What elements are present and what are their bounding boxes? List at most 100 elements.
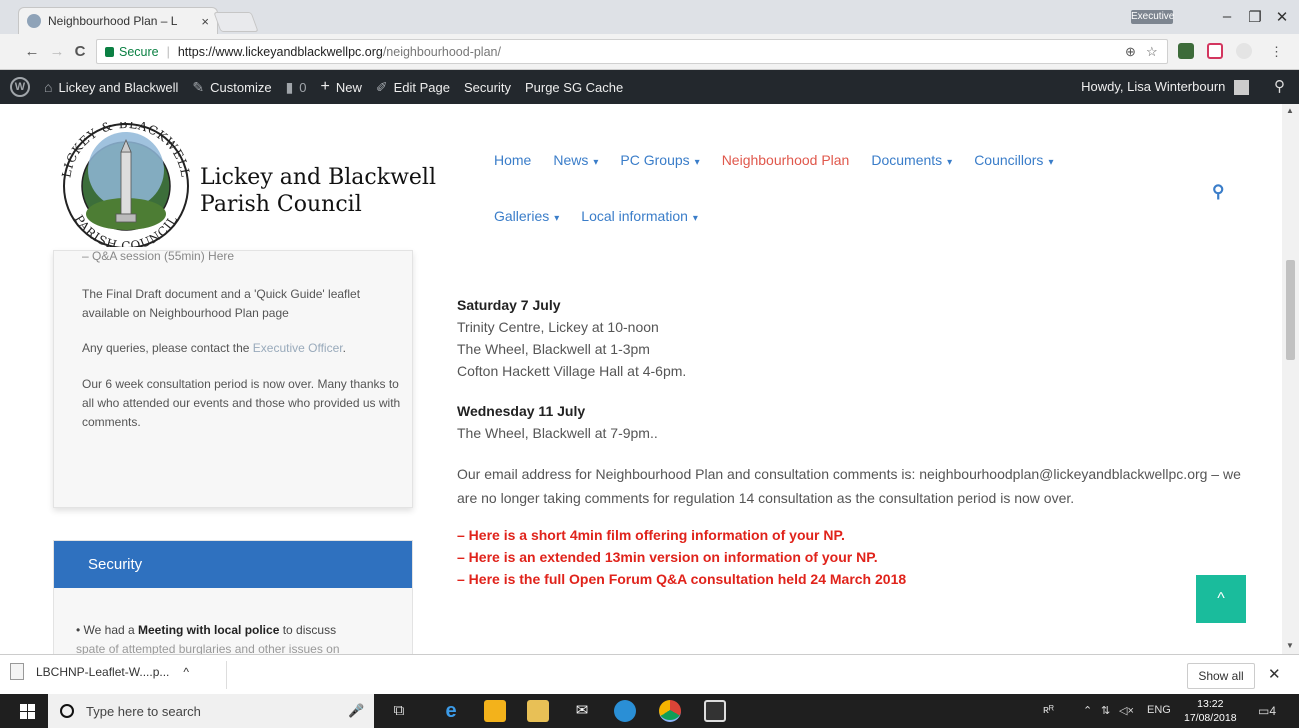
file-explorer-icon[interactable]	[527, 700, 549, 722]
restore-button[interactable]: ❐	[1240, 8, 1270, 26]
scroll-down-icon[interactable]: ▼	[1286, 641, 1294, 650]
window-close-button[interactable]: ✕	[1267, 8, 1297, 26]
browser-tab[interactable]: Neighbourhood Plan – L ×	[18, 7, 218, 34]
admin-customize[interactable]: ✎ Customize	[192, 79, 271, 96]
security-cut-line: spate of attempted burglaries and other …	[76, 642, 340, 654]
admin-new-label: New	[335, 79, 362, 95]
back-button[interactable]: ←	[22, 43, 42, 60]
extension-1-icon[interactable]	[1178, 43, 1194, 59]
tray-chevron-icon[interactable]: ⌃	[1083, 704, 1092, 717]
people-icon[interactable]: ʀᴿ	[1043, 704, 1054, 716]
tab-title: Neighbourhood Plan – L	[48, 14, 178, 28]
nav-item-councillors[interactable]: Councillors ▾	[974, 152, 1053, 168]
nav-item-documents[interactable]: Documents ▾	[871, 152, 952, 168]
zoom-icon[interactable]: ⊕	[1125, 44, 1136, 60]
main-navigation: Home News ▾ PC Groups ▾ Neighbourhood Plan Doc…	[494, 152, 1075, 264]
chevron-down-icon: ▾	[1048, 157, 1054, 168]
address-bar[interactable]: Secure | https://www.lickeyandblackwellp…	[96, 39, 1168, 64]
nav-item-local-information[interactable]: Local information ▾	[581, 208, 698, 224]
extension-2-icon[interactable]	[1207, 43, 1223, 59]
extension-3-icon[interactable]	[1236, 43, 1252, 59]
page-content: LICKEY & BLACKWELL PARISH COUNCIL Lickey…	[0, 104, 1282, 654]
admin-new[interactable]: + New	[321, 78, 362, 96]
admin-site-name[interactable]: ⌂ Lickey and Blackwell	[44, 79, 178, 95]
scrollbar-thumb[interactable]	[1286, 260, 1295, 360]
edge-browser-icon[interactable]: e	[440, 700, 462, 722]
downloads-shelf: LBCHNP-Leaflet-W....p... ^ Show all ✕	[0, 654, 1299, 694]
taskbar-search-box[interactable]: Type here to search	[48, 694, 374, 728]
nav-item-label: PC Groups	[620, 152, 690, 168]
scroll-up-icon[interactable]: ▲	[1286, 106, 1294, 115]
nav-item-home[interactable]: Home	[494, 152, 531, 168]
dashboard-icon: ⌂	[44, 79, 53, 95]
parish-council-logo[interactable]: LICKEY & BLACKWELL PARISH COUNCIL	[52, 122, 200, 247]
wordpress-logo-icon[interactable]: W	[10, 77, 30, 97]
police-meeting-link[interactable]: Meeting with local police	[138, 623, 279, 637]
minimize-button[interactable]: –	[1212, 8, 1242, 25]
volume-icon[interactable]: ◁×	[1119, 704, 1134, 717]
admin-purge-cache[interactable]: Purge SG Cache	[525, 80, 623, 95]
security-prefix: • We had a	[76, 623, 139, 637]
new-tab-button[interactable]	[213, 12, 259, 32]
sidebar-consultation-over-text: Our 6 week consultation period is now ov…	[82, 377, 401, 429]
wp-admin-bar: W ⌂ Lickey and Blackwell ✎ Customize ▮ 0…	[0, 70, 1299, 104]
tab-close-icon[interactable]: ×	[201, 14, 209, 29]
shelf-close-icon[interactable]: ✕	[1268, 665, 1281, 683]
security-suffix: to discuss	[279, 623, 337, 637]
open-forum-link[interactable]: – Here is the full Open Forum Q&A consul…	[457, 568, 1247, 590]
short-film-link[interactable]: – Here is a short 4min film offering inf…	[457, 524, 1247, 546]
store-icon[interactable]	[484, 700, 506, 722]
language-indicator[interactable]: ENG	[1147, 704, 1171, 716]
forward-button[interactable]: →	[47, 43, 67, 60]
download-filename: LBCHNP-Leaflet-W....p...	[36, 664, 170, 679]
chevron-down-icon: ▾	[593, 157, 599, 168]
bookmark-star-icon[interactable]: ☆	[1146, 44, 1158, 60]
saturday-heading: Saturday 7 July	[457, 297, 561, 313]
back-to-top-button[interactable]: ^	[1196, 575, 1246, 623]
profile-badge[interactable]: Executive	[1131, 10, 1174, 24]
download-options-chevron-icon[interactable]: ^	[183, 665, 189, 679]
nav-item-pc-groups[interactable]: PC Groups ▾	[620, 152, 699, 168]
show-all-button[interactable]: Show all	[1187, 663, 1255, 689]
nav-item-neighbourhood-plan[interactable]: Neighbourhood Plan	[722, 152, 850, 168]
reload-button[interactable]: C	[70, 43, 90, 60]
executive-officer-link[interactable]: Executive Officer	[253, 341, 343, 355]
photos-icon[interactable]	[704, 700, 726, 722]
sidebar-final-draft-text: The Final Draft document and a 'Quick Gu…	[82, 287, 361, 320]
globe-icon[interactable]	[614, 700, 636, 722]
chevron-down-icon: ▾	[692, 213, 698, 224]
brush-icon: ✎	[192, 78, 205, 95]
nav-item-galleries[interactable]: Galleries ▾	[494, 208, 559, 224]
notification-count: 4	[1269, 704, 1277, 718]
windows-start-icon[interactable]	[20, 704, 35, 719]
url-host: https://www.lickeyandblackwellpc.org	[177, 44, 383, 59]
network-icon[interactable]: ⇅	[1101, 704, 1110, 717]
wednesday-heading: Wednesday 11 July	[457, 403, 586, 419]
admin-howdy[interactable]: Howdy, Lisa Winterbourn	[1081, 79, 1249, 96]
site-title[interactable]: Lickey and Blackwell Parish Council	[200, 164, 436, 218]
mail-icon[interactable]: ✉	[571, 700, 593, 722]
wednesday-line: The Wheel, Blackwell at 7-9pm..	[457, 425, 658, 441]
admin-comments[interactable]: ▮ 0	[286, 79, 307, 96]
microphone-icon[interactable]: 🎤	[348, 703, 364, 719]
extended-film-link[interactable]: – Here is an extended 13min version on i…	[457, 546, 1247, 568]
admin-search-icon[interactable]: ⚲	[1274, 77, 1285, 95]
admin-security[interactable]: Security	[464, 80, 511, 95]
browser-menu-icon[interactable]: ⋮	[1270, 44, 1283, 60]
sidebar-consultation-widget: – Q&A session (55min) Here The Final Dra…	[53, 249, 413, 508]
email-paragraph: Our email address for Neighbourhood Plan…	[457, 466, 1241, 506]
download-item[interactable]: LBCHNP-Leaflet-W....p... ^	[10, 663, 189, 680]
nav-item-label: Councillors	[974, 152, 1044, 168]
header-search-icon[interactable]: ⚲	[1212, 182, 1224, 202]
sidebar-queries-prefix: Any queries, please contact the	[82, 341, 253, 355]
notification-center-icon[interactable]: ▭4	[1258, 704, 1276, 718]
chrome-icon[interactable]	[659, 700, 681, 722]
nav-item-news[interactable]: News ▾	[553, 152, 598, 168]
cortana-icon	[60, 704, 74, 718]
taskbar-clock[interactable]: 13:22 17/08/2018	[1184, 697, 1237, 725]
admin-edit-page[interactable]: ✐ Edit Page	[376, 79, 450, 96]
sidebar-security-widget: Security • We had a Meeting with local p…	[53, 540, 413, 654]
task-view-icon[interactable]: ⧉	[388, 700, 410, 722]
page-scrollbar[interactable]: ▲ ▼	[1282, 104, 1299, 654]
chevron-down-icon: ▾	[694, 157, 700, 168]
